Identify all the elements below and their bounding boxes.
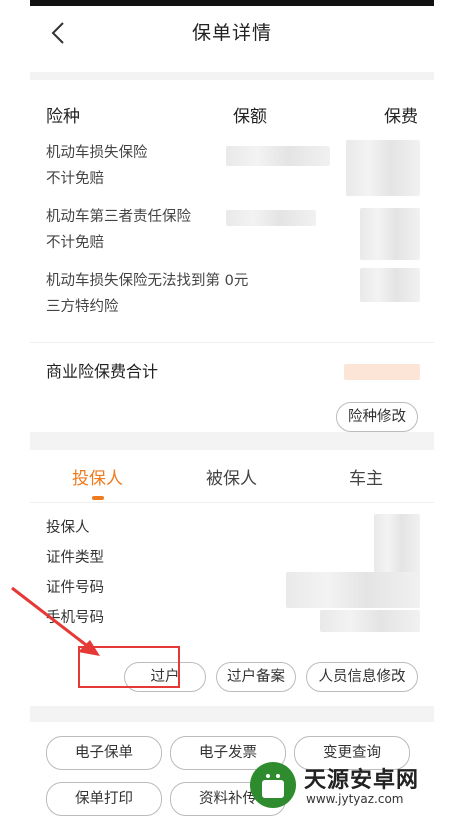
blurred-value — [286, 572, 420, 608]
policy-detail-page: 保单详情 险种 保额 保费 机动车损失保险 不计免赔 机动车第三者责任保险 不计… — [30, 6, 434, 816]
watermark-title: 天源安卓网 — [304, 768, 420, 793]
tab-policyholder[interactable]: 投保人 — [72, 464, 123, 489]
coverage-subname: 三方特约险 — [46, 299, 119, 315]
tab-owner[interactable]: 车主 — [349, 464, 383, 489]
divider — [30, 342, 434, 343]
site-watermark: 天源安卓网 www.jytyaz.com — [248, 760, 448, 812]
section-gap — [30, 706, 434, 722]
header-premium: 保费 — [384, 107, 418, 127]
blurred-premium — [360, 208, 420, 260]
divider — [30, 502, 434, 503]
nav-bar: 保单详情 — [30, 6, 434, 72]
modify-coverage-button[interactable]: 险种修改 — [336, 402, 418, 432]
coverage-subname: 不计免赔 — [46, 171, 104, 187]
blurred-premium — [346, 140, 420, 196]
transfer-record-button[interactable]: 过户备案 — [216, 662, 296, 692]
blurred-premium — [360, 268, 420, 302]
header-amount: 保额 — [233, 107, 267, 127]
blurred-value — [320, 610, 420, 632]
edit-person-info-button[interactable]: 人员信息修改 — [306, 662, 418, 692]
field-label: 证件类型 — [46, 550, 104, 566]
highlight-box — [78, 646, 180, 688]
watermark-url: www.jytyaz.com — [306, 792, 404, 806]
coverage-name: 机动车第三者责任保险 — [46, 209, 191, 225]
blurred-total — [344, 364, 420, 380]
field-label: 证件号码 — [46, 580, 104, 596]
total-premium-label: 商业险保费合计 — [46, 362, 159, 381]
page-title: 保单详情 — [191, 22, 272, 44]
field-label: 投保人 — [46, 520, 90, 536]
android-logo-icon — [250, 762, 296, 808]
blurred-amount — [226, 146, 330, 166]
field-label: 手机号码 — [46, 610, 104, 626]
coverage-name: 机动车损失保险无法找到第 — [46, 273, 220, 289]
coverage-subname: 不计免赔 — [46, 235, 104, 251]
blurred-amount — [226, 210, 316, 226]
e-policy-button[interactable]: 电子保单 — [46, 736, 162, 770]
section-gap — [30, 432, 434, 450]
blurred-value — [374, 514, 420, 574]
coverage-amount: 0元 — [224, 273, 249, 289]
header-type: 险种 — [46, 107, 80, 127]
active-tab-indicator — [92, 496, 104, 500]
print-policy-button[interactable]: 保单打印 — [46, 782, 162, 816]
coverage-name: 机动车损失保险 — [46, 145, 148, 161]
tab-insured[interactable]: 被保人 — [206, 464, 257, 489]
coverage-section: 险种 保额 保费 机动车损失保险 不计免赔 机动车第三者责任保险 不计免赔 机动… — [30, 80, 434, 432]
section-gap — [30, 72, 434, 80]
role-tabs: 投保人 被保人 车主 — [30, 450, 434, 502]
